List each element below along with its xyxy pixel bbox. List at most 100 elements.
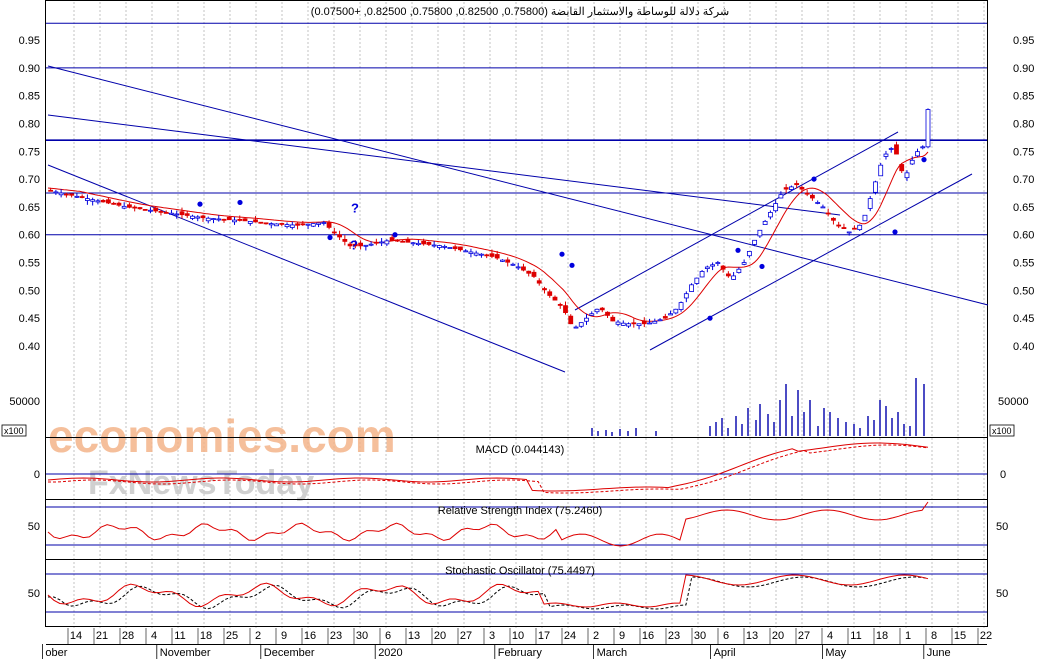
candle-body xyxy=(337,234,342,238)
price-tick-right: 0.55 xyxy=(1013,258,1034,270)
candle-body xyxy=(536,280,542,284)
x-tick-label: 23 xyxy=(330,630,342,642)
candle-body xyxy=(484,254,490,257)
x-tick-label: 11 xyxy=(174,630,185,642)
candle-body xyxy=(263,222,269,225)
candle-body xyxy=(557,304,563,306)
trendlines xyxy=(47,65,989,373)
candle-body xyxy=(232,219,237,223)
x-tick-label: 17 xyxy=(538,630,550,642)
candle-body xyxy=(552,296,558,301)
candle-body xyxy=(90,199,96,202)
candle-body xyxy=(458,246,463,251)
candle-body xyxy=(920,146,926,149)
candle-body xyxy=(426,241,432,245)
candle-body xyxy=(221,218,227,221)
candle-body xyxy=(794,183,800,186)
candle-body xyxy=(247,220,253,224)
x-tick-label: 4 xyxy=(827,630,833,642)
stoch-k-line xyxy=(47,574,929,608)
candle-body xyxy=(804,192,810,195)
x-tick-label: 8 xyxy=(931,630,937,642)
x-tick-label: 27 xyxy=(460,630,472,642)
chart-canvas: economies.com FxNewsToday شركة دلالة للو… xyxy=(1,0,1034,659)
candle-body xyxy=(268,223,274,226)
candle-body xyxy=(683,293,689,299)
price-tick-right: 0.40 xyxy=(1013,341,1034,353)
x-tick-label: 9 xyxy=(281,630,287,642)
candle-body xyxy=(489,253,495,257)
candle-body xyxy=(589,313,595,316)
price-tick-left: 0.80 xyxy=(19,118,40,130)
candle-body xyxy=(678,302,684,310)
candle-body xyxy=(211,218,216,220)
candle-body xyxy=(389,237,395,241)
candle-body xyxy=(568,315,574,325)
month-label: April xyxy=(714,647,736,659)
candle-body xyxy=(631,322,637,325)
candle-body xyxy=(736,268,742,273)
volume-bars xyxy=(591,378,925,436)
x-tick-label: 20 xyxy=(434,630,446,642)
volume-scale-right: x100 xyxy=(992,426,1012,436)
x-tick-label: 18 xyxy=(876,630,888,642)
candle-body xyxy=(620,322,626,326)
candle-body xyxy=(200,215,206,219)
candle-body xyxy=(179,211,185,216)
candle-body xyxy=(873,181,878,193)
candle-body xyxy=(132,206,138,209)
candle-body xyxy=(258,221,264,224)
candle-body xyxy=(610,316,616,322)
price-tick-left: 0.95 xyxy=(19,35,40,47)
x-tick-label: 23 xyxy=(668,630,680,642)
signal-question-mark: ? xyxy=(351,200,359,215)
price-tick-left: 0.45 xyxy=(19,313,40,325)
candle-body xyxy=(284,224,290,228)
candle-body xyxy=(647,322,652,325)
watermark-economies: economies.com xyxy=(48,410,396,462)
chart-title: شركة دلالة للوساطة والاستثمار القابضة (0… xyxy=(311,6,729,18)
candle-body xyxy=(852,227,857,230)
x-tick-label: 9 xyxy=(619,630,625,642)
price-tick-right: 0.75 xyxy=(1013,146,1034,158)
candle-body xyxy=(799,186,805,190)
x-tick-label: 24 xyxy=(564,630,576,642)
stoch-axis-left-50: 50 xyxy=(28,588,40,600)
candle-body xyxy=(400,240,406,243)
candle-body xyxy=(836,224,842,227)
candle-body xyxy=(846,231,852,234)
candle-body xyxy=(494,254,500,259)
stoch-axis-right-50: 50 xyxy=(996,588,1008,600)
candle-body xyxy=(358,242,363,247)
candle-body xyxy=(379,241,385,244)
candle-body xyxy=(437,245,442,249)
x-tick-label: 1 xyxy=(905,630,911,642)
signal-dot xyxy=(892,229,898,235)
candle-body xyxy=(195,216,201,219)
macd-axis-right-0: 0 xyxy=(1000,469,1006,481)
candle-body xyxy=(746,251,752,257)
candle-body xyxy=(510,263,516,266)
macd-axis-left-0: 0 xyxy=(34,469,40,481)
price-tick-left: 0.40 xyxy=(19,341,40,353)
candle-body xyxy=(762,220,768,225)
price-tick-left: 0.90 xyxy=(19,63,40,75)
candle-body xyxy=(563,305,568,314)
month-label: ober xyxy=(45,647,67,659)
candle-body xyxy=(831,217,836,221)
candle-body xyxy=(584,317,589,322)
rsi-title: Relative Strength Index (75.2460) xyxy=(438,505,603,517)
candle-body xyxy=(85,198,90,201)
vertical-gridlines xyxy=(73,2,985,628)
candle-body xyxy=(442,246,448,248)
candle-body xyxy=(321,222,327,224)
candle-body xyxy=(205,217,211,222)
candle-body xyxy=(715,262,721,264)
month-label: December xyxy=(264,647,315,659)
panel-frames xyxy=(45,0,988,627)
price-tick-right: 0.85 xyxy=(1013,91,1034,103)
x-tick-label: 28 xyxy=(122,630,134,642)
candle-body xyxy=(279,223,285,225)
candle-body xyxy=(452,246,458,250)
candlesticks xyxy=(48,108,931,330)
